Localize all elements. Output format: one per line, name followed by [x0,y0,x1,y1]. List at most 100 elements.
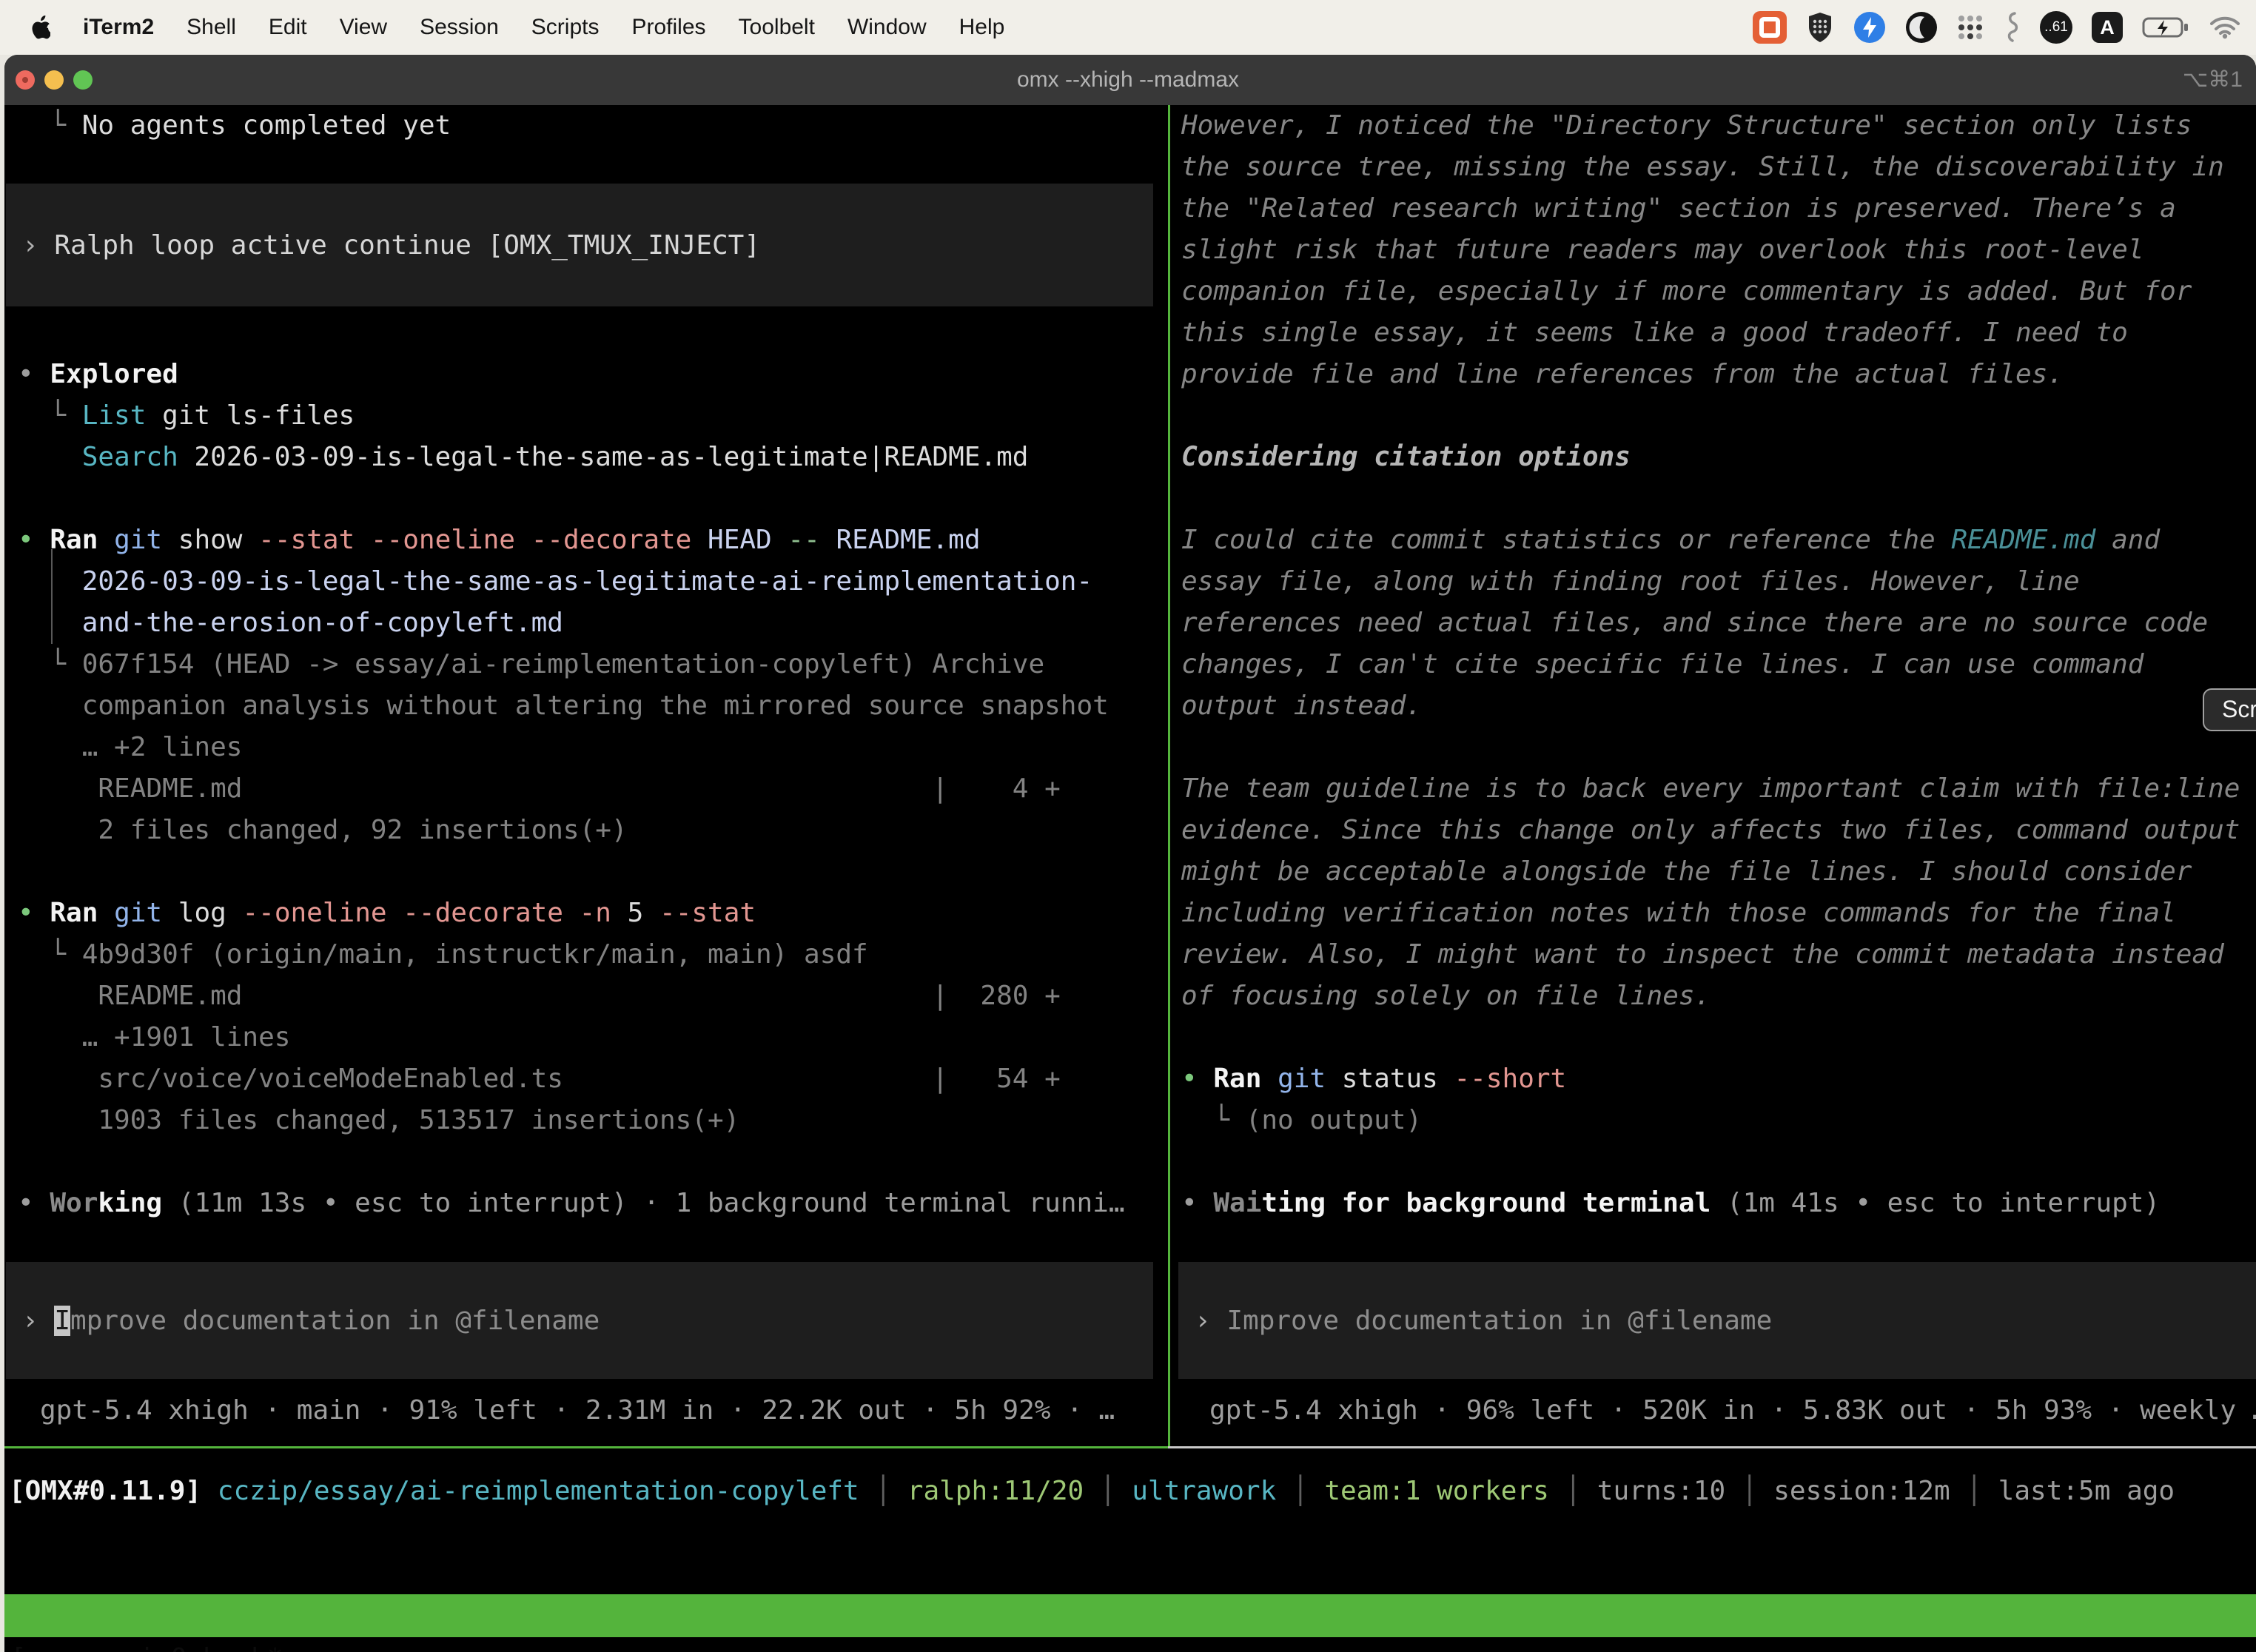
chat-bubble-icon[interactable] [1753,11,1787,44]
text-segment: 1903 files changed, 513517 insertions(+) [18,1105,739,1135]
shield-grid-icon[interactable] [1806,11,1834,44]
menu-item-shell[interactable]: Shell [187,15,236,40]
terminal-row: might be acceptable alongside the file l… [1181,851,2256,893]
text-segment: git [1278,1064,1326,1094]
menu-item-toolbelt[interactable]: Toolbelt [739,15,815,40]
text-segment: including verification notes with those … [1181,898,2176,928]
squiggle-icon[interactable] [2003,10,2021,44]
terminal-row: the source tree, missing the essay. Stil… [1181,147,2256,188]
terminal-row: slight risk that future readers may over… [1181,229,2256,271]
text-segment: companion analysis without altering the … [18,691,1109,721]
terminal-row: output instead. [1181,685,2256,727]
text-segment: │ [1950,1476,1998,1506]
terminal-row: Considering citation options [1181,437,2256,478]
crescent-icon[interactable] [1905,11,1938,44]
text-segment: show [162,525,258,555]
text-segment: ultrawork [1132,1476,1276,1506]
pane-divider-vertical[interactable] [1168,105,1170,1446]
terminal-row [1181,1141,2256,1183]
text-segment: (11m 13s • esc to interrupt) · 1 backgro… [162,1188,1124,1218]
window-shortcut-badge: ⌥⌘1 [2183,55,2243,105]
text-segment: └ [18,400,82,431]
text-segment: │ [1276,1476,1324,1506]
terminal-row: └ 067f154 (HEAD -> essay/ai-reimplementa… [18,644,1165,685]
battery-icon[interactable] [2142,16,2191,39]
terminal-row [18,478,1165,520]
text-segment: log [162,898,242,928]
text-segment: 2026-03-09-is-legal-the-same-as-legitima… [178,442,1029,472]
menu-item-iterm2[interactable]: iTerm2 [83,15,154,40]
menu-item-window[interactable]: Window [847,15,927,40]
apple-menu-icon[interactable] [31,16,50,39]
dots-grid-icon[interactable] [1957,14,1984,41]
terminal-row [18,1141,1165,1183]
wifi-icon[interactable] [2210,16,2240,39]
terminal-row: [OMX#0.11.9] cczip/essay/ai-reimplementa… [9,1471,2175,1512]
text-segment: session:12m [1773,1476,1950,1506]
terminal-row: • Working (11m 13s • esc to interrupt) ·… [18,1183,1165,1224]
text-segment: README.md | 4 + [18,773,1061,804]
terminal-row: changes, I can't cite specific file line… [1181,644,2256,685]
terminal-row: • Waiting for background terminal (1m 41… [1181,1183,2256,1224]
menu-item-profiles[interactable]: Profiles [631,15,705,40]
tree-connector-line [51,549,53,644]
text-segment: No agents completed yet [82,110,451,141]
text-segment: └ 067f154 (HEAD -> essay/ai-reimplementa… [18,649,1044,679]
percent-badge-icon[interactable]: ..61 [2040,11,2072,44]
terminal-row [18,147,1165,188]
prompt-chevron: › [22,230,54,261]
menu-item-scripts[interactable]: Scripts [531,15,600,40]
menu-item-view[interactable]: View [340,15,387,40]
text-segment: • [18,1188,50,1218]
terminal-row: I could cite commit statistics or refere… [1181,520,2256,561]
right-input-box[interactable]: › Improve documentation in @filename [1178,1262,2256,1379]
text-segment: 5 [611,898,659,928]
text-cursor: I [54,1306,70,1336]
blue-bolt-icon[interactable] [1853,11,1886,44]
text-segment: HEAD [691,525,788,555]
text-segment [98,898,114,928]
terminal-row: • Ran git show --stat --oneline --decora… [18,520,1165,561]
text-segment: • [18,359,50,389]
text-segment: … +2 lines [18,732,242,762]
terminal-row: 2 files changed, 92 insertions(+) [18,810,1165,851]
terminal-row: companion file, especially if more comme… [1181,271,2256,312]
text-segment: -- [788,525,819,555]
terminal-row: and-the-erosion-of-copyleft.md [18,602,1165,644]
tmux-status-bar: [omx-cczip0:bash* "MacBook-Pro-44.local"… [4,1594,2256,1637]
terminal-row: … +2 lines [18,727,1165,768]
text-segment: provide file and line references from th… [1181,359,2064,389]
text-segment: king [98,1188,162,1218]
text-segment: └ (no output) [1181,1105,1422,1135]
terminal-row [1181,1017,2256,1058]
text-segment: 2026-03-09-is-legal-the-same-as-legitima… [18,566,1092,597]
menu-item-edit[interactable]: Edit [269,15,307,40]
omx-status-bar: [OMX#0.11.9] cczip/essay/ai-reimplementa… [9,1471,2175,1512]
screen-share-tooltip[interactable]: Scre [2203,688,2256,731]
text-segment: ting for background terminal [1261,1188,1711,1218]
text-segment: The team guideline is to back every impo… [1181,773,2240,804]
text-segment: references need actual files, and since … [1181,608,2208,638]
text-segment: Wor [50,1188,98,1218]
text-segment: --stat --oneline --decorate [258,525,691,555]
tmux-session-label[interactable]: [omx-cczip0:bash* [10,1637,283,1652]
text-segment: [OMX#0.11.9] [9,1476,201,1506]
keyboard-layout-icon[interactable]: A [2092,12,2123,43]
terminal-row: README.md | 280 + [18,976,1165,1017]
menu-item-help[interactable]: Help [959,15,1005,40]
menu-item-session[interactable]: Session [420,15,499,40]
terminal-row: companion analysis without altering the … [18,685,1165,727]
text-segment: │ [1725,1476,1773,1506]
terminal-row [1181,395,2256,437]
input-placeholder: Improve documentation in @filename [1226,1306,1772,1336]
text-segment: Ran [50,898,98,928]
terminal-row: 2026-03-09-is-legal-the-same-as-legitima… [18,561,1165,602]
left-input-box[interactable]: › Improve documentation in @filename [6,1262,1153,1379]
text-segment: essay file, along with finding root file… [1181,566,2080,597]
text-segment: • [1181,1188,1213,1218]
text-segment: └ 4b9d30f (origin/main, instructkr/main,… [18,939,868,970]
terminal-row: • Explored [18,354,1165,395]
terminal-row: However, I noticed the "Directory Struct… [1181,105,2256,147]
text-segment: git [114,525,162,555]
text-segment: • [18,898,50,928]
